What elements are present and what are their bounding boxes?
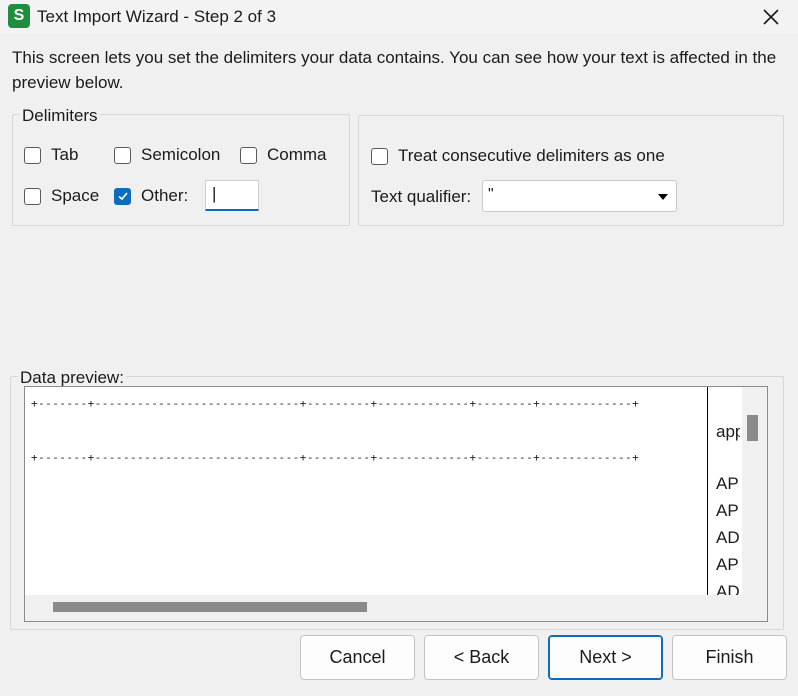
data-preview-grid[interactable]: +-------+-----------------------------+-…	[24, 386, 768, 622]
comma-label: Comma	[267, 145, 327, 164]
app-logo-icon: S	[8, 4, 30, 28]
window-title: Text Import Wizard - Step 2 of 3	[37, 7, 277, 26]
checkbox-unchecked-icon	[24, 146, 41, 164]
tab-label: Tab	[51, 145, 79, 164]
column-divider[interactable]	[707, 387, 708, 595]
preview-row-separator: +-------+-----------------------------+-…	[31, 451, 640, 464]
comma-checkbox[interactable]: Comma	[240, 145, 327, 165]
delimiters-legend: Delimiters	[20, 106, 100, 126]
preview-cell: AP	[716, 555, 739, 574]
text-qualifier-dropdown[interactable]: "	[482, 180, 677, 212]
close-icon	[763, 9, 779, 25]
next-button[interactable]: Next >	[548, 635, 663, 680]
other-delimiter-input[interactable]: |	[205, 180, 259, 211]
preview-cell: AP	[716, 501, 739, 520]
preview-cell: AP	[716, 474, 739, 493]
semicolon-label: Semicolon	[141, 145, 221, 164]
cancel-button[interactable]: Cancel	[300, 635, 415, 680]
chevron-down-icon	[658, 194, 668, 200]
other-label: Other:	[141, 186, 189, 205]
text-qualifier-value: "	[488, 186, 494, 203]
space-checkbox[interactable]: Space	[24, 186, 99, 206]
tab-checkbox[interactable]: Tab	[24, 145, 78, 165]
checkbox-unchecked-icon	[240, 146, 257, 164]
checkbox-unchecked-icon	[371, 147, 388, 165]
back-button[interactable]: < Back	[424, 635, 539, 680]
data-preview-legend: Data preview:	[18, 368, 126, 388]
space-label: Space	[51, 186, 100, 205]
checkbox-unchecked-icon	[24, 187, 41, 205]
preview-cell: app	[716, 422, 740, 441]
other-checkbox[interactable]: Other:	[114, 186, 188, 206]
preview-row-separator: +-------+-----------------------------+-…	[31, 397, 640, 410]
title-bar: S Text Import Wizard - Step 2 of 3	[0, 0, 798, 34]
close-button[interactable]	[752, 0, 790, 34]
text-qualifier-label: Text qualifier:	[371, 187, 472, 206]
semicolon-checkbox[interactable]: Semicolon	[114, 145, 220, 165]
consecutive-delimiters-label: Treat consecutive delimiters as one	[398, 146, 665, 165]
preview-cell: AD	[716, 528, 740, 547]
instructions-text: This screen lets you set the delimiters …	[12, 48, 777, 92]
delimiters-group	[12, 114, 350, 226]
horizontal-scrollbar-thumb[interactable]	[53, 602, 367, 612]
checkmark-icon	[114, 187, 131, 205]
checkbox-unchecked-icon	[114, 146, 131, 164]
preview-cell: AD	[716, 582, 740, 595]
finish-button[interactable]: Finish	[672, 635, 787, 680]
vertical-scrollbar-thumb[interactable]	[747, 415, 758, 441]
consecutive-delimiters-checkbox[interactable]: Treat consecutive delimiters as one	[371, 146, 665, 166]
